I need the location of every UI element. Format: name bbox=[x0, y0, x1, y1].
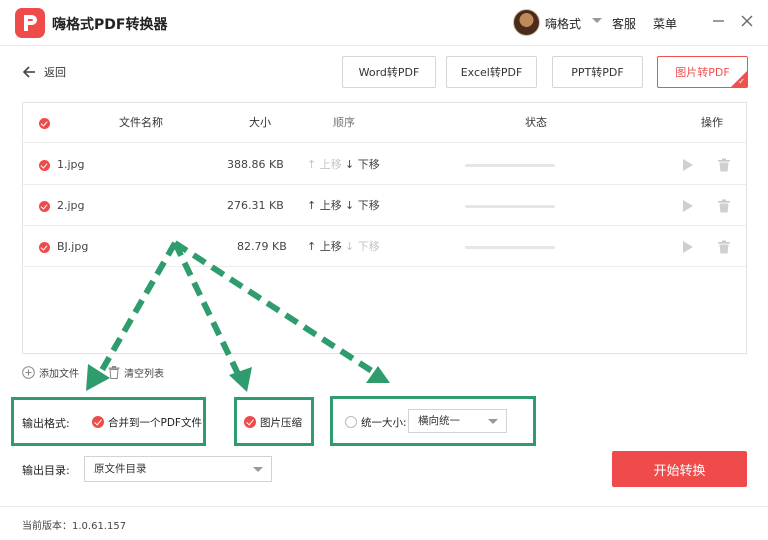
unify-size-radio[interactable] bbox=[345, 416, 357, 428]
avatar[interactable] bbox=[513, 9, 540, 36]
move-down-label: 下移 bbox=[357, 199, 380, 212]
row-checkbox[interactable] bbox=[39, 242, 50, 253]
row-checkbox[interactable] bbox=[39, 201, 50, 212]
select-all-checkbox[interactable] bbox=[39, 118, 50, 129]
trash-icon[interactable] bbox=[717, 199, 731, 213]
trash-icon[interactable] bbox=[717, 240, 731, 254]
move-down-label: 下移 bbox=[357, 158, 380, 171]
file-size: 82.79 KB bbox=[237, 240, 287, 253]
tab-image-to-pdf[interactable]: 图片转PDF ✓ bbox=[657, 56, 748, 88]
back-label: 返回 bbox=[44, 66, 66, 79]
file-size: 388.86 KB bbox=[227, 158, 284, 171]
trash-icon[interactable] bbox=[717, 158, 731, 172]
app-title: 嗨格式PDF转换器 bbox=[52, 17, 168, 33]
header-size: 大小 bbox=[249, 116, 271, 129]
header-order: 顺序 bbox=[333, 116, 355, 129]
move-up-button[interactable]: ↑ 上移 bbox=[307, 145, 342, 185]
clear-list-button[interactable]: 清空列表 bbox=[108, 365, 164, 380]
header-status: 状态 bbox=[525, 116, 547, 129]
app-logo-icon bbox=[15, 8, 45, 38]
move-up-button[interactable]: ↑ 上移 bbox=[307, 186, 342, 226]
output-dir-value: 原文件目录 bbox=[94, 463, 147, 475]
output-dir-select[interactable]: 原文件目录 bbox=[84, 456, 272, 482]
output-format-label: 输出格式: bbox=[22, 417, 70, 430]
merge-checkbox[interactable] bbox=[92, 416, 104, 428]
play-icon[interactable] bbox=[683, 200, 693, 212]
minimize-icon[interactable] bbox=[710, 12, 728, 30]
unify-size-label[interactable]: 统一大小: bbox=[361, 415, 407, 430]
move-up-label: 上移 bbox=[319, 199, 342, 212]
add-file-label: 添加文件 bbox=[39, 369, 79, 380]
add-file-button[interactable]: 添加文件 bbox=[22, 365, 79, 380]
tab-label: PPT转PDF bbox=[571, 66, 624, 79]
progress-bar bbox=[465, 205, 555, 208]
progress-bar bbox=[465, 246, 555, 249]
support-link[interactable]: 客服 bbox=[612, 15, 636, 32]
menu-link[interactable]: 菜单 bbox=[653, 15, 677, 32]
chevron-down-icon bbox=[253, 467, 263, 472]
row-checkbox[interactable] bbox=[39, 160, 50, 171]
table-row: BJ.jpg 82.79 KB ↑ 上移 ↓ 下移 bbox=[23, 227, 746, 267]
compress-label[interactable]: 图片压缩 bbox=[260, 415, 302, 430]
progress-bar bbox=[465, 164, 555, 167]
header-name: 文件名称 bbox=[119, 116, 163, 129]
play-icon[interactable] bbox=[683, 159, 693, 171]
tab-label: Word转PDF bbox=[358, 66, 420, 79]
version-text: 当前版本：1.0.61.157 bbox=[22, 521, 127, 532]
check-icon: ✓ bbox=[738, 77, 745, 86]
move-down-label: 下移 bbox=[357, 240, 380, 253]
play-icon[interactable] bbox=[683, 241, 693, 253]
compress-checkbox[interactable] bbox=[244, 416, 256, 428]
tab-ppt-to-pdf[interactable]: PPT转PDF bbox=[552, 56, 643, 88]
file-name: BJ.jpg bbox=[57, 240, 89, 253]
file-list: 文件名称 大小 顺序 状态 操作 1.jpg 388.86 KB ↑ 上移 ↓ … bbox=[22, 102, 747, 354]
table-row: 2.jpg 276.31 KB ↑ 上移 ↓ 下移 bbox=[23, 186, 746, 226]
back-button[interactable]: 返回 bbox=[22, 64, 66, 80]
move-down-button[interactable]: ↓ 下移 bbox=[345, 145, 380, 185]
file-name: 2.jpg bbox=[57, 199, 85, 212]
start-convert-button[interactable]: 开始转换 bbox=[612, 451, 747, 487]
tab-excel-to-pdf[interactable]: Excel转PDF bbox=[446, 56, 537, 88]
header-action: 操作 bbox=[701, 116, 723, 129]
trash-icon bbox=[108, 366, 120, 379]
tab-label: 图片转PDF bbox=[675, 66, 730, 79]
plus-circle-icon bbox=[22, 366, 35, 379]
arrow-left-icon bbox=[22, 66, 35, 78]
clear-list-label: 清空列表 bbox=[124, 369, 164, 380]
move-up-button[interactable]: ↑ 上移 bbox=[307, 227, 342, 267]
move-up-label: 上移 bbox=[319, 158, 342, 171]
status-bar: 当前版本：1.0.61.157 bbox=[0, 506, 768, 540]
close-icon[interactable] bbox=[738, 12, 756, 30]
file-size: 276.31 KB bbox=[227, 199, 284, 212]
move-up-label: 上移 bbox=[319, 240, 342, 253]
table-row: 1.jpg 388.86 KB ↑ 上移 ↓ 下移 bbox=[23, 145, 746, 185]
unify-size-value: 横向统一 bbox=[418, 415, 460, 427]
chevron-down-icon bbox=[488, 419, 498, 424]
output-dir-label: 输出目录: bbox=[22, 464, 70, 477]
tab-label: Excel转PDF bbox=[460, 66, 523, 79]
table-header: 文件名称 大小 顺序 状态 操作 bbox=[23, 103, 746, 143]
move-down-button[interactable]: ↓ 下移 bbox=[345, 227, 380, 267]
unify-size-select[interactable]: 横向统一 bbox=[408, 409, 507, 433]
move-down-button[interactable]: ↓ 下移 bbox=[345, 186, 380, 226]
file-name: 1.jpg bbox=[57, 158, 85, 171]
title-bar: 嗨格式PDF转换器 嗨格式 客服 菜单 bbox=[0, 0, 768, 46]
tab-word-to-pdf[interactable]: Word转PDF bbox=[342, 56, 436, 88]
merge-label[interactable]: 合并到一个PDF文件 bbox=[108, 415, 202, 430]
chevron-down-icon[interactable] bbox=[592, 18, 602, 23]
username[interactable]: 嗨格式 bbox=[545, 15, 581, 32]
